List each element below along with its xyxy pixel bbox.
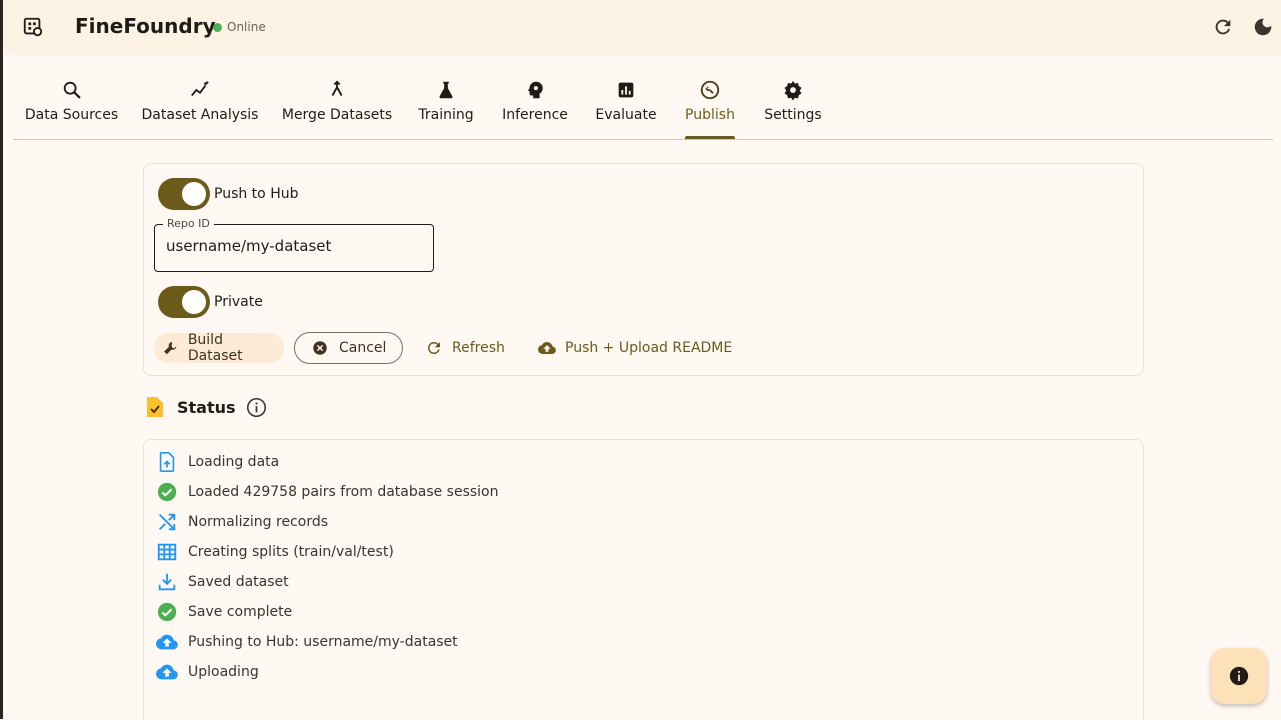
log-text: Normalizing records: [188, 514, 329, 530]
log-text: Save complete: [188, 604, 293, 620]
log-item: Loading data: [156, 451, 279, 473]
info-icon[interactable]: [246, 397, 267, 418]
tab-inference[interactable]: Inference: [502, 75, 568, 138]
publish-card: Push to Hub Repo ID Private Build Datase…: [143, 163, 1144, 376]
gear-icon: [784, 80, 802, 101]
tab-label: Inference: [502, 107, 568, 123]
app-title: FineFoundry: [75, 14, 216, 38]
log-item: Save complete: [156, 601, 292, 623]
shuffle-icon: [159, 513, 176, 531]
refresh-icon: [427, 342, 440, 354]
tab-publish[interactable]: Publish: [685, 75, 735, 139]
online-status-text: Online: [227, 20, 266, 34]
cancel-icon: [313, 341, 327, 355]
log-text: Pushing to Hub: username/my-dataset: [188, 634, 458, 650]
tab-label: Settings: [764, 107, 822, 123]
cloud-upload-icon: [538, 342, 556, 354]
cloud-upload-icon: [156, 634, 178, 650]
refresh-button[interactable]: Refresh: [425, 333, 521, 363]
log-item: Normalizing records: [156, 511, 328, 533]
tab-label: Evaluate: [595, 107, 657, 123]
log-text: Loading data: [188, 454, 280, 470]
log-item: Uploading: [156, 661, 259, 683]
log-text: Uploading: [188, 664, 259, 680]
cancel-label: Cancel: [339, 340, 387, 356]
tab-dataset-analysis[interactable]: Dataset Analysis: [142, 75, 258, 138]
info-fab[interactable]: [1211, 648, 1267, 704]
tab-data-sources[interactable]: Data Sources: [25, 75, 118, 138]
wrench-icon: [164, 342, 177, 355]
private-switch[interactable]: [158, 286, 210, 318]
tab-label: Training: [418, 107, 474, 123]
psychology-icon: [527, 81, 543, 99]
window-edge: [0, 0, 3, 719]
status-log-card: Loading data Loaded 429758 pairs from da…: [143, 439, 1144, 720]
log-text: Saved dataset: [188, 574, 289, 590]
build-dataset-button[interactable]: Build Dataset: [154, 332, 284, 364]
tab-settings[interactable]: Settings: [764, 75, 822, 138]
log-item: Pushing to Hub: username/my-dataset: [156, 631, 458, 653]
log-item: Loaded 429758 pairs from database sessio…: [156, 481, 499, 503]
repo-id-input[interactable]: [166, 237, 416, 255]
log-item: Creating splits (train/val/test): [156, 541, 394, 563]
build-dataset-label: Build Dataset: [187, 332, 243, 364]
tab-merge-datasets[interactable]: Merge Datasets: [281, 75, 393, 138]
tab-label: Publish: [685, 107, 735, 123]
insights-icon: [191, 80, 210, 97]
upload-file-icon: [159, 452, 175, 472]
dark-mode-icon[interactable]: [1252, 16, 1274, 38]
merge-icon: [331, 80, 343, 96]
tab-training[interactable]: Training: [418, 75, 474, 138]
push-upload-readme-label: Push + Upload README: [565, 340, 733, 356]
refresh-label: Refresh: [452, 340, 505, 356]
tab-label: Dataset Analysis: [141, 107, 259, 123]
push-to-hub-switch[interactable]: [158, 178, 210, 210]
tab-label: Data Sources: [24, 107, 119, 123]
info-icon: [1229, 666, 1249, 686]
search-icon: [63, 81, 80, 99]
clipboard-check-icon: [147, 397, 163, 417]
build-circle-icon: [700, 80, 720, 100]
tab-evaluate[interactable]: Evaluate: [595, 75, 657, 138]
check-circle-icon: [157, 482, 177, 502]
private-label: Private: [214, 294, 263, 310]
bar-chart-icon: [618, 82, 634, 98]
flask-icon: [439, 81, 453, 99]
push-to-hub-label: Push to Hub: [214, 186, 299, 202]
download-icon: [158, 573, 176, 591]
cloud-upload-icon: [156, 664, 178, 680]
status-title: Status: [177, 398, 236, 417]
main-tabs: Data Sources Dataset Analysis Merge Data…: [13, 75, 1273, 140]
repo-id-label: Repo ID: [163, 217, 214, 230]
cancel-button[interactable]: Cancel: [294, 332, 403, 364]
check-circle-icon: [157, 602, 177, 622]
grid-icon: [157, 543, 177, 561]
tab-label: Merge Datasets: [281, 107, 393, 123]
app-bar: FineFoundry Online: [3, 0, 1281, 55]
log-item: Saved dataset: [156, 571, 289, 593]
repo-id-field[interactable]: Repo ID: [154, 217, 434, 272]
online-status-dot: [213, 23, 222, 32]
push-upload-readme-button[interactable]: Push + Upload README: [538, 333, 738, 363]
app-logo-icon: [23, 17, 43, 37]
log-text: Loaded 429758 pairs from database sessio…: [188, 484, 499, 500]
log-text: Creating splits (train/val/test): [188, 544, 394, 560]
switch-knob: [182, 290, 206, 314]
active-tab-indicator: [685, 136, 735, 139]
switch-knob: [182, 182, 206, 206]
refresh-icon[interactable]: [1212, 16, 1234, 38]
